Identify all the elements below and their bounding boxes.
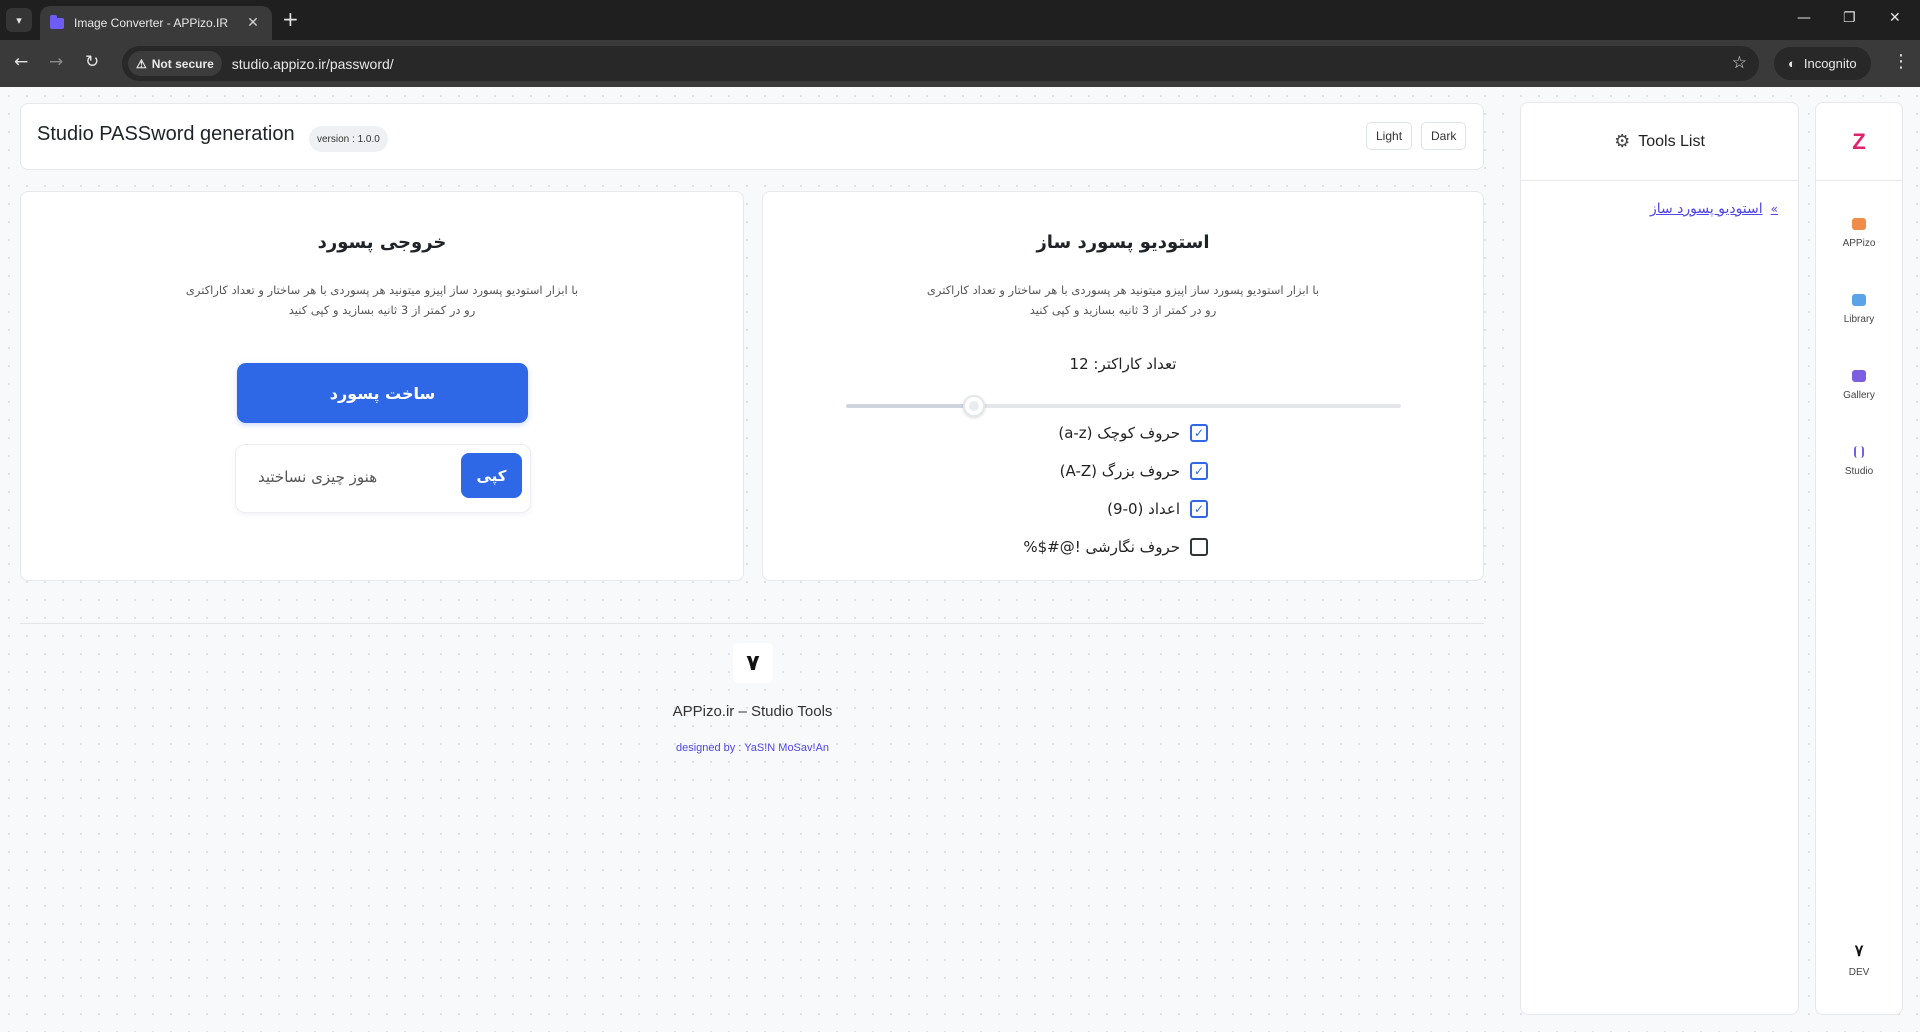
brand-logo[interactable]: Z — [1816, 103, 1902, 181]
url-text[interactable]: studio.appizo.ir/password/ — [232, 56, 394, 72]
checkbox[interactable]: ✓ — [1190, 424, 1208, 442]
footer-logo: ۷ — [733, 643, 773, 683]
double-chevron-icon: » — [1770, 202, 1778, 216]
folder-icon — [50, 14, 64, 29]
option-symbols[interactable]: حروف نگارشی !@#$% — [1023, 537, 1208, 557]
page: Studio PASSword generation version : 1.0… — [0, 87, 1920, 1032]
rail-item-appizo[interactable]: APPizo — [1816, 218, 1902, 249]
rail-item-label: Studio — [1844, 466, 1874, 477]
option-lowercase[interactable]: ✓ حروف کوچک (a-z) — [1058, 423, 1208, 443]
settings-desc-line1: با ابزار استودیو پسورد ساز اپیزو میتونید… — [926, 283, 1320, 297]
option-label: حروف کوچک (a-z) — [1058, 424, 1180, 442]
footer-credit[interactable]: designed by : YaS!N MoSav!An — [0, 742, 1505, 754]
close-icon[interactable]: ✕ — [244, 15, 262, 31]
incognito-icon: ◐ — [1788, 56, 1796, 71]
chevron-down-icon: ▾ — [16, 13, 22, 27]
rail-item-label: APPizo — [1842, 238, 1876, 249]
home-icon — [1852, 218, 1866, 230]
copy-button[interactable]: کپی — [461, 453, 522, 498]
incognito-label: Incognito — [1803, 56, 1857, 71]
studio-icon — [1854, 446, 1864, 458]
checkbox[interactable]: ✓ — [1190, 500, 1208, 518]
rail-item-label: Library — [1843, 314, 1875, 325]
slider-thumb[interactable] — [962, 395, 985, 417]
option-label: حروف نگارشی !@#$% — [1023, 538, 1180, 556]
incognito-badge[interactable]: ◐ Incognito — [1774, 47, 1871, 80]
slider-fill — [846, 404, 974, 408]
settings-title: استودیو پسورد ساز — [1036, 232, 1210, 253]
rail-dev[interactable]: ۷ DEV — [1816, 941, 1902, 978]
folder-icon — [1852, 294, 1866, 306]
browser-menu-icon[interactable]: ⋮ — [1892, 52, 1910, 72]
footer-text: APPizo.ir – Studio Tools — [672, 703, 833, 720]
checkbox[interactable] — [1190, 538, 1208, 556]
length-slider[interactable] — [846, 395, 1401, 417]
option-label: اعداد (0-9) — [1107, 500, 1180, 518]
restore-icon[interactable]: ❐ — [1843, 10, 1856, 26]
browser-tab-active[interactable]: Image Converter - APPizo.IR ✕ — [40, 6, 272, 40]
checkbox[interactable]: ✓ — [1190, 462, 1208, 480]
browser-tab-bar: ▾ Image Converter - APPizo.IR ✕ + — ❐ ✕ — [0, 0, 1920, 40]
gallery-icon — [1852, 370, 1866, 382]
tab-title: Image Converter - APPizo.IR — [74, 16, 229, 30]
settings-description: با ابزار استودیو پسورد ساز اپیزو میتونید… — [763, 280, 1483, 320]
forward-icon[interactable]: → — [49, 52, 63, 72]
omnibox[interactable]: ⚠ Not secure studio.appizo.ir/password/ … — [122, 46, 1759, 81]
dark-theme-button[interactable]: Dark — [1421, 122, 1467, 150]
footer-divider — [20, 623, 1484, 624]
rail-item-gallery[interactable]: Gallery — [1816, 370, 1902, 401]
rail-item-library[interactable]: Library — [1816, 294, 1902, 325]
rail-item-studio[interactable]: Studio — [1816, 446, 1902, 477]
password-output[interactable]: هنوز چیزی نساختید — [258, 468, 377, 486]
tool-link-label: استودیو پسورد ساز — [1649, 201, 1763, 217]
dev-logo: ۷ — [1854, 943, 1864, 960]
version-badge: version : 1.0.0 — [309, 126, 388, 152]
minimize-icon[interactable]: — — [1797, 10, 1811, 26]
tab-list-button[interactable]: ▾ — [6, 8, 32, 32]
security-label: Not secure — [151, 56, 214, 71]
output-description: با ابزار استودیو پسورد ساز اپیزو میتونید… — [21, 280, 743, 320]
output-desc-line1: با ابزار استودیو پسورد ساز اپیزو میتونید… — [185, 283, 579, 297]
back-icon[interactable]: ← — [14, 52, 28, 72]
settings-desc-line2: رو در کمتر از 3 ثانیه بسازید و کپی کنید — [1029, 303, 1217, 317]
output-title: خروجی پسورد — [317, 232, 447, 253]
password-result-box: هنوز چیزی نساختید کپی — [235, 444, 531, 513]
settings-panel: استودیو پسورد ساز با ابزار استودیو پسورد… — [762, 191, 1484, 581]
reload-icon[interactable]: ↻ — [85, 52, 99, 72]
option-label: حروف بزرگ (A-Z) — [1059, 462, 1180, 480]
option-numbers[interactable]: ✓ اعداد (0-9) — [1107, 499, 1208, 519]
dev-label: DEV — [1848, 967, 1870, 978]
window-close-icon[interactable]: ✕ — [1889, 10, 1901, 26]
option-uppercase[interactable]: ✓ حروف بزرگ (A-Z) — [1060, 461, 1208, 481]
tools-list-title: Tools List — [1638, 132, 1705, 150]
tools-list-panel: ⚙ Tools List » استودیو پسورد ساز — [1520, 102, 1799, 1015]
gear-icon: ⚙ — [1614, 131, 1631, 151]
warning-icon: ⚠ — [136, 56, 147, 71]
output-desc-line2: رو در کمتر از 3 ثانیه بسازید و کپی کنید — [288, 303, 476, 317]
rail-item-label: Gallery — [1843, 390, 1875, 401]
header-card: Studio PASSword generation version : 1.0… — [20, 103, 1484, 170]
generate-password-button[interactable]: ساخت پسورد — [237, 363, 528, 423]
bookmark-star-icon[interactable]: ☆ — [1732, 53, 1747, 73]
tools-list-header: ⚙ Tools List — [1521, 103, 1798, 181]
output-panel: خروجی پسورد با ابزار استودیو پسورد ساز ا… — [20, 191, 744, 581]
new-tab-button[interactable]: + — [282, 9, 299, 29]
security-chip[interactable]: ⚠ Not secure — [128, 51, 222, 76]
page-title: Studio PASSword generation — [37, 123, 295, 145]
light-theme-button[interactable]: Light — [1366, 122, 1413, 150]
address-bar: ← → ↻ ⚠ Not secure studio.appizo.ir/pass… — [0, 40, 1920, 87]
character-count-label: تعداد کاراکتر: 12 — [1069, 355, 1177, 373]
app-rail: Z APPizo Library Gallery Studio ۷ DEV — [1815, 102, 1903, 1015]
tool-link-password-studio[interactable]: » استودیو پسورد ساز — [1650, 201, 1778, 217]
